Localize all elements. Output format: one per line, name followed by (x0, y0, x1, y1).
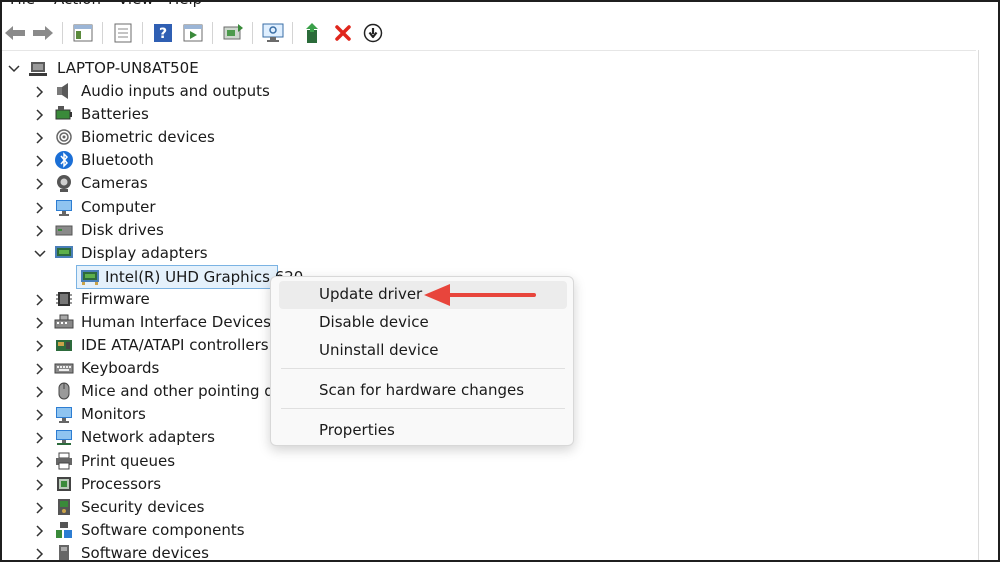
category-label[interactable]: Cameras (81, 173, 148, 193)
category-label[interactable]: Biometric devices (81, 127, 215, 147)
update-driver-toolbar-icon[interactable] (220, 20, 246, 46)
expand-chevron-icon[interactable] (34, 202, 46, 214)
enable-device-icon[interactable] (300, 20, 326, 46)
category-label[interactable]: Software devices (81, 543, 209, 562)
fingerprint-icon (54, 127, 74, 147)
camera-icon (54, 173, 74, 193)
chip-icon (54, 289, 74, 309)
ctx-separator (281, 408, 565, 409)
bluetooth-icon (54, 150, 74, 170)
toolbar-separator (292, 22, 293, 44)
toolbar-separator (62, 22, 63, 44)
printer-icon (54, 451, 74, 471)
collapse-chevron-icon[interactable] (34, 248, 46, 260)
keyboard-icon (54, 358, 74, 378)
toolbar-separator (212, 22, 213, 44)
category-label[interactable]: Human Interface Devices (81, 312, 271, 332)
expand-chevron-icon[interactable] (34, 525, 46, 537)
category-label[interactable]: Monitors (81, 404, 146, 424)
category-label[interactable]: IDE ATA/ATAPI controllers (81, 335, 269, 355)
root-node-label[interactable]: LAPTOP-UN8AT50E (57, 58, 199, 78)
processor-icon (54, 474, 74, 494)
root-collapse-chevron-icon[interactable] (8, 63, 20, 75)
category-label[interactable]: Security devices (81, 497, 204, 517)
security-icon (54, 497, 74, 517)
computer-root-icon (28, 58, 48, 78)
expand-chevron-icon[interactable] (34, 178, 46, 190)
category-label[interactable]: Batteries (81, 104, 149, 124)
toolbar-separator (142, 22, 143, 44)
category-label[interactable]: Computer (81, 197, 156, 217)
help-icon[interactable]: ? (150, 20, 176, 46)
category-label[interactable]: Audio inputs and outputs (81, 81, 270, 101)
display-adapter-icon (80, 267, 100, 287)
expand-chevron-icon[interactable] (34, 502, 46, 514)
category-label[interactable]: Display adapters (81, 243, 208, 263)
menu-help[interactable]: Help (168, 0, 202, 8)
disk-drive-icon (54, 220, 74, 240)
disable-device-icon[interactable] (360, 20, 386, 46)
svg-text:?: ? (159, 26, 167, 42)
toolbar: ? (0, 16, 1000, 50)
ctx-disable-device[interactable]: Disable device (279, 309, 567, 337)
expand-chevron-icon[interactable] (34, 155, 46, 167)
category-label[interactable]: Firmware (81, 289, 150, 309)
category-label[interactable]: Print queues (81, 451, 175, 471)
category-label[interactable]: Bluetooth (81, 150, 154, 170)
expand-chevron-icon[interactable] (34, 109, 46, 121)
expand-chevron-icon[interactable] (34, 294, 46, 306)
ctx-scan-hardware[interactable]: Scan for hardware changes (279, 377, 567, 405)
menu-bar: File Action View Help (0, 0, 1000, 10)
display-adapter-icon (54, 243, 74, 263)
expand-chevron-icon[interactable] (34, 225, 46, 237)
show-action-pane-icon[interactable] (180, 20, 206, 46)
menu-view[interactable]: View (118, 0, 154, 8)
category-label[interactable]: Software components (81, 520, 245, 540)
back-arrow-icon[interactable] (2, 20, 28, 46)
annotation-arrow-icon (424, 284, 536, 306)
scrollbar[interactable] (978, 50, 998, 562)
ctx-separator (281, 368, 565, 369)
expand-chevron-icon[interactable] (34, 363, 46, 375)
expand-chevron-icon[interactable] (34, 479, 46, 491)
ctx-properties[interactable]: Properties (279, 417, 567, 445)
expand-chevron-icon[interactable] (34, 340, 46, 352)
category-label[interactable]: Mice and other pointing dev (81, 381, 292, 401)
toolbar-separator (252, 22, 253, 44)
ctx-uninstall-device[interactable]: Uninstall device (279, 337, 567, 365)
category-label[interactable]: Keyboards (81, 358, 159, 378)
software-device-icon (54, 543, 74, 562)
properties-icon[interactable] (110, 20, 136, 46)
menu-file[interactable]: File (10, 0, 35, 8)
expand-chevron-icon[interactable] (34, 409, 46, 421)
expand-chevron-icon[interactable] (34, 386, 46, 398)
category-label[interactable]: Disk drives (81, 220, 164, 240)
expand-chevron-icon[interactable] (34, 456, 46, 468)
uninstall-icon[interactable] (330, 20, 356, 46)
hid-icon (54, 312, 74, 332)
battery-icon (54, 104, 74, 124)
scan-hardware-icon[interactable] (260, 20, 286, 46)
expand-chevron-icon[interactable] (34, 86, 46, 98)
expand-chevron-icon[interactable] (34, 548, 46, 560)
software-component-icon (54, 520, 74, 540)
monitor-icon (54, 404, 74, 424)
network-icon (54, 427, 74, 447)
category-label[interactable]: Network adapters (81, 427, 215, 447)
ide-controller-icon (54, 335, 74, 355)
speaker-icon (54, 81, 74, 101)
expand-chevron-icon[interactable] (34, 132, 46, 144)
forward-arrow-icon[interactable] (30, 20, 56, 46)
monitor-icon (54, 197, 74, 217)
category-label[interactable]: Processors (81, 474, 161, 494)
show-hide-console-tree-icon[interactable] (70, 20, 96, 46)
toolbar-separator (102, 22, 103, 44)
mouse-icon (54, 381, 74, 401)
expand-chevron-icon[interactable] (34, 317, 46, 329)
expand-chevron-icon[interactable] (34, 432, 46, 444)
menu-action[interactable]: Action (54, 0, 101, 8)
